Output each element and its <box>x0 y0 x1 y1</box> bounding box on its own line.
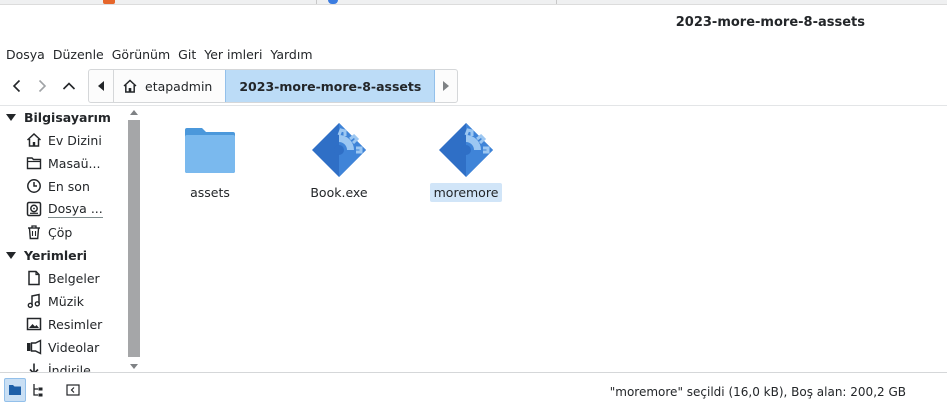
sidebar-panel-icon <box>66 384 80 396</box>
executable-gear-icon <box>436 120 496 180</box>
sidebar-item-desktop[interactable]: Masaü... <box>25 154 100 172</box>
file-icon-view[interactable]: assets Book.exe moremore <box>142 106 947 372</box>
sidebar-item-recent[interactable]: En son <box>25 177 90 195</box>
file-name: moremore <box>429 183 503 202</box>
navigation-toolbar: etapadmin 2023-more-more-8-assets <box>0 66 947 106</box>
sidebar-section-computer[interactable]: Bilgisayarım <box>6 110 111 125</box>
drive-icon <box>25 200 43 218</box>
breadcrumb: etapadmin 2023-more-more-8-assets <box>88 69 459 103</box>
executable-gear-icon <box>309 120 369 180</box>
sidebar-item-videos[interactable]: Videolar <box>25 338 99 356</box>
file-name: Book.exe <box>310 185 368 200</box>
chevron-left-icon <box>12 79 21 93</box>
window-title: 2023-more-more-8-assets <box>675 15 865 30</box>
title-bar[interactable]: 2023-more-more-8-assets <box>0 5 947 42</box>
sidebar-item-trash[interactable]: Çöp <box>25 223 72 241</box>
trash-icon <box>25 223 43 241</box>
toggle-places-button[interactable] <box>4 378 26 402</box>
places-sidebar: Bilgisayarım Ev Dizini Masaü... En son D… <box>0 106 142 372</box>
menu-bar: Dosya Düzenle Görünüm Git Yer imleri Yar… <box>0 42 947 66</box>
sidebar-item-pictures[interactable]: Resimler <box>25 315 102 333</box>
toggle-tree-button[interactable] <box>27 378 49 402</box>
collapse-triangle-icon <box>6 252 16 259</box>
folder-view-icon <box>9 385 21 395</box>
download-icon <box>25 361 43 372</box>
document-icon <box>25 269 43 287</box>
home-icon <box>122 78 138 94</box>
breadcrumb-home-label: etapadmin <box>145 78 213 94</box>
tree-view-icon <box>33 384 43 397</box>
sidebar-item-documents[interactable]: Belgeler <box>25 269 100 287</box>
scroll-up-arrow-icon[interactable] <box>127 106 141 118</box>
chevron-up-icon <box>62 82 76 90</box>
image-icon <box>25 315 43 333</box>
home-icon <box>25 131 43 149</box>
file-name: assets <box>190 185 230 200</box>
triangle-left-icon <box>98 81 104 91</box>
sidebar-item-filesystem[interactable]: Dosya ... <box>25 200 103 218</box>
app-favicon-icon <box>103 0 115 4</box>
triangle-right-icon <box>443 81 450 91</box>
tab-divider <box>556 0 557 4</box>
menu-bookmarks[interactable]: Yer imleri <box>200 47 266 62</box>
chevron-right-icon <box>38 79 47 93</box>
folder-icon <box>25 154 43 172</box>
status-message: "moremore" seçildi (16,0 kB), Boş alan: … <box>609 385 906 399</box>
menu-go[interactable]: Git <box>174 47 200 62</box>
browser-favicon-icon <box>328 0 338 4</box>
breadcrumb-home[interactable]: etapadmin <box>114 70 225 102</box>
up-button[interactable] <box>58 75 80 97</box>
file-item-moremore[interactable]: moremore <box>429 120 503 202</box>
forward-button[interactable] <box>31 75 53 97</box>
file-item-book-exe[interactable]: Book.exe <box>303 120 375 202</box>
menu-view[interactable]: Görünüm <box>108 47 174 62</box>
tab-divider <box>316 0 317 4</box>
folder-icon <box>180 120 240 180</box>
music-icon <box>25 292 43 310</box>
sidebar-item-home[interactable]: Ev Dizini <box>25 131 102 149</box>
sidebar-item-music[interactable]: Müzik <box>25 292 84 310</box>
file-item-assets[interactable]: assets <box>174 120 246 202</box>
sidebar-scrollbar[interactable] <box>127 106 141 372</box>
back-button[interactable] <box>6 75 28 97</box>
video-icon <box>25 338 43 356</box>
menu-file[interactable]: Dosya <box>2 47 49 62</box>
scrollbar-thumb[interactable] <box>128 120 140 357</box>
clock-icon <box>25 177 43 195</box>
breadcrumb-scroll-right[interactable] <box>435 70 457 102</box>
menu-edit[interactable]: Düzenle <box>49 47 108 62</box>
scroll-down-arrow-icon[interactable] <box>127 360 141 372</box>
sidebar-section-bookmarks[interactable]: Yerimleri <box>6 248 87 263</box>
status-bar: "moremore" seçildi (16,0 kB), Boş alan: … <box>0 372 947 407</box>
sidebar-item-downloads[interactable]: İndirile... <box>25 361 103 372</box>
collapse-triangle-icon <box>6 114 16 121</box>
breadcrumb-current[interactable]: 2023-more-more-8-assets <box>225 70 436 102</box>
toggle-sidebar-button[interactable] <box>62 378 84 402</box>
menu-help[interactable]: Yardım <box>266 47 316 62</box>
breadcrumb-scroll-left[interactable] <box>89 70 113 102</box>
